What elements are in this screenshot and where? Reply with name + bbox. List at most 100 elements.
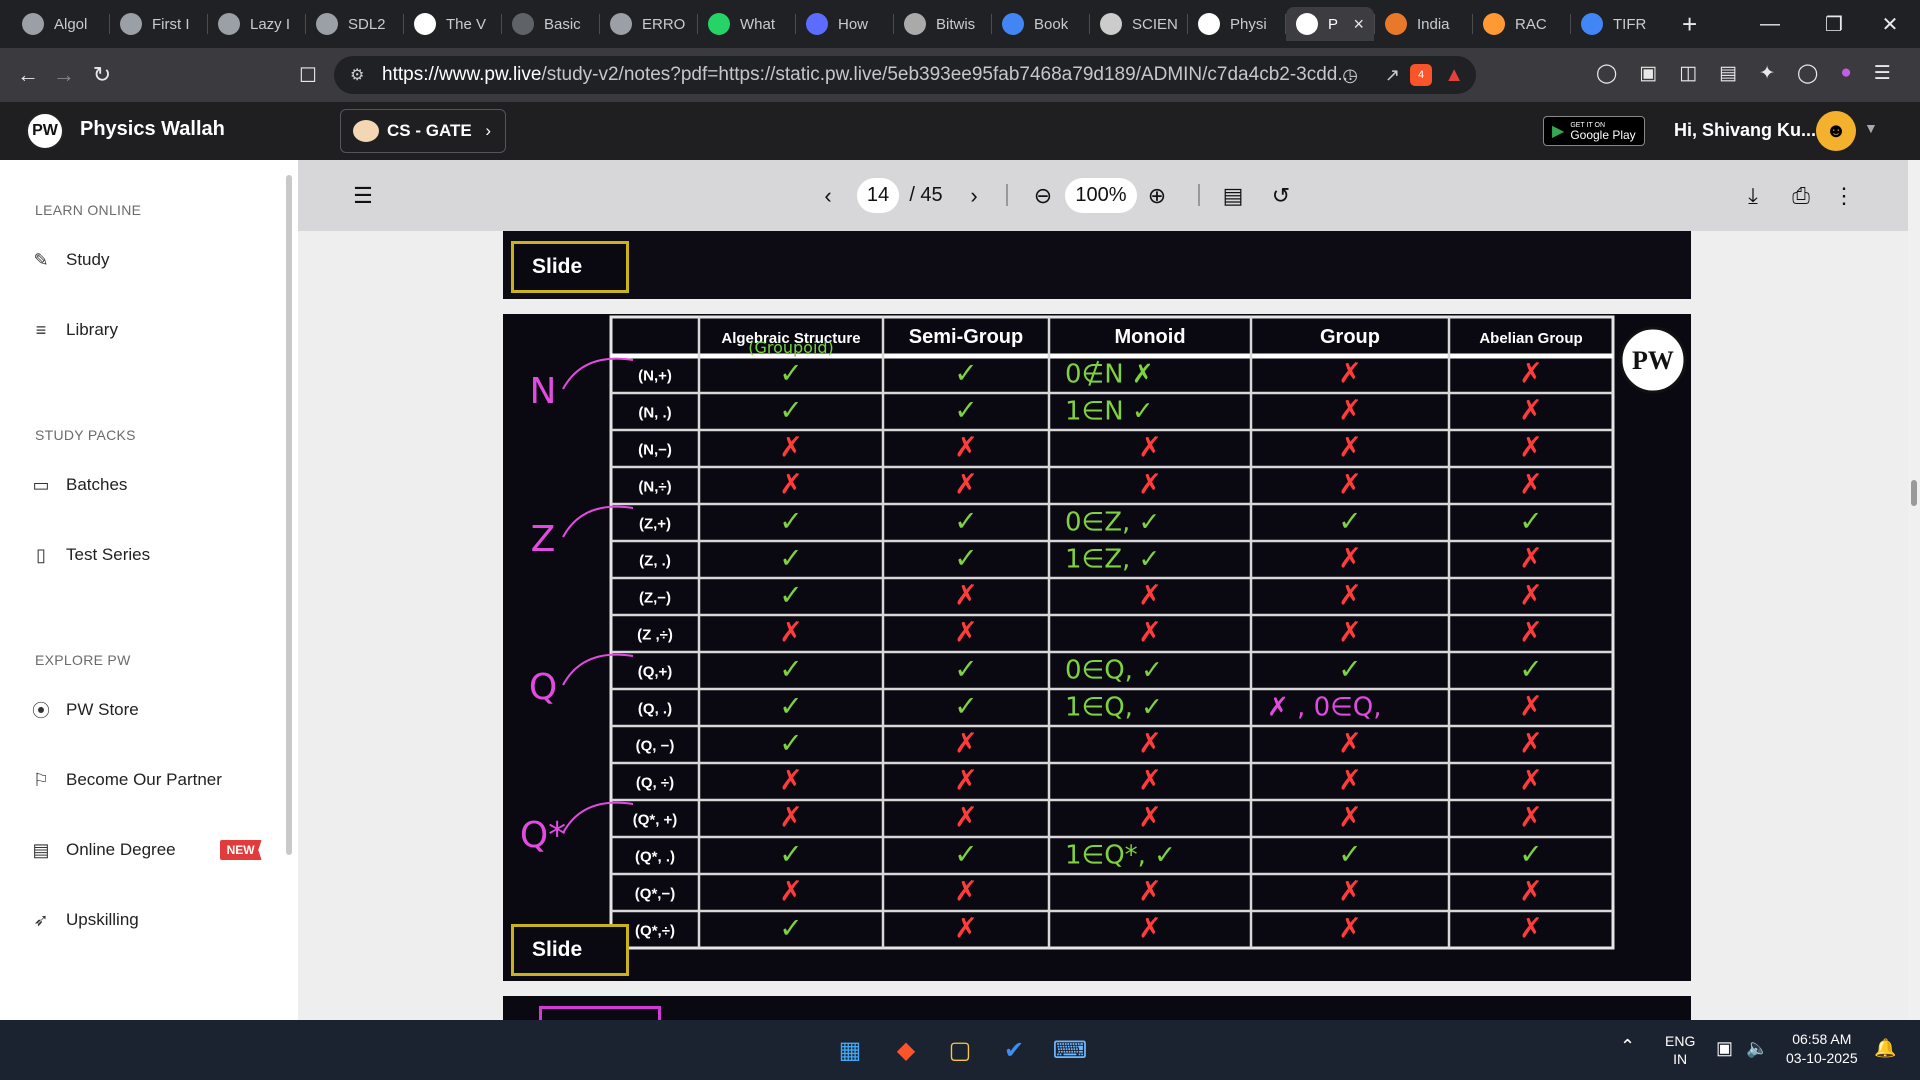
minimize-icon[interactable]: — xyxy=(1742,0,1798,48)
pw-logo[interactable]: PW xyxy=(26,112,64,150)
browser-tab[interactable]: ERRO xyxy=(600,7,697,41)
column-header: Group xyxy=(1320,326,1380,348)
sidebar-item-batches[interactable]: ▭ Batches xyxy=(30,474,127,496)
browser-tab[interactable]: TIFR xyxy=(1571,7,1668,41)
browser-tab[interactable]: RAC xyxy=(1473,7,1570,41)
course-selector-button[interactable]: CS - GATE › xyxy=(340,109,506,153)
vpn-icon[interactable]: ◯ xyxy=(1797,62,1818,85)
sidebar-scrollbar[interactable] xyxy=(286,175,292,855)
volume-icon[interactable]: 🔈 xyxy=(1746,1038,1768,1059)
fit-page-icon[interactable]: ▤ xyxy=(1218,160,1248,231)
page-number-input[interactable]: 14 xyxy=(856,178,900,213)
notifications-icon[interactable]: 🔔 xyxy=(1874,1038,1896,1059)
zoom-level-input[interactable]: 100% xyxy=(1065,178,1137,213)
menu-icon[interactable]: ☰ xyxy=(1874,62,1891,85)
close-window-icon[interactable]: ✕ xyxy=(1862,0,1918,48)
share-icon[interactable]: ↗ xyxy=(1385,65,1400,86)
brave-taskbar-icon[interactable]: ◆ xyxy=(886,1030,926,1070)
browser-tab[interactable]: P × xyxy=(1286,7,1374,41)
cell-mark: ✗ xyxy=(954,801,977,834)
pdf-scrollbar[interactable] xyxy=(1908,160,1920,1020)
row-label: (Z,−) xyxy=(639,590,671,607)
avatar[interactable]: ☻ xyxy=(1816,111,1856,151)
sidebar-item-pw-store[interactable]: ⦿ PW Store xyxy=(30,699,139,721)
cell-mark: ✗ xyxy=(1519,579,1542,612)
extensions-icon[interactable]: ◯ xyxy=(1596,62,1617,85)
bookmark-icon[interactable]: ☐ xyxy=(290,57,326,93)
browser-tab[interactable]: The V xyxy=(404,7,501,41)
print-icon[interactable]: ⎙ xyxy=(1786,160,1816,231)
github-icon xyxy=(610,13,632,35)
address-bar[interactable]: ⚙ https://www.pw.live/study-v2/notes?pdf… xyxy=(334,56,1476,94)
rotate-icon[interactable]: ↺ xyxy=(1266,160,1296,231)
browser-tab[interactable]: Bitwis xyxy=(894,7,991,41)
clock[interactable]: 06:58 AM 03-10-2025 xyxy=(1786,1030,1858,1068)
forward-icon[interactable]: → xyxy=(46,57,82,93)
language-indicator[interactable]: ENG IN xyxy=(1665,1032,1695,1068)
browser-tab[interactable]: India xyxy=(1375,7,1472,41)
next-page-icon[interactable]: › xyxy=(962,160,986,231)
reload-icon[interactable]: ↻ xyxy=(84,57,120,93)
handwritten-set-label: Q* xyxy=(520,815,566,856)
windows-start-icon[interactable]: ▦ xyxy=(830,1030,870,1070)
user-greeting[interactable]: Hi, Shivang Ku... xyxy=(1674,120,1816,141)
sidebar-item-library[interactable]: ≡ Library xyxy=(30,319,118,341)
zoom-in-icon[interactable]: ⊕ xyxy=(1142,160,1172,231)
brand-name[interactable]: Physics Wallah xyxy=(80,118,225,141)
tab-label: ERRO xyxy=(642,15,686,33)
browser-tab[interactable]: First I xyxy=(110,7,207,41)
hamburger-menu-icon[interactable]: ☰ xyxy=(348,160,378,231)
more-options-icon[interactable]: ⋮ xyxy=(1833,160,1855,231)
sidebar-section-title: EXPLORE PW xyxy=(35,652,131,668)
google-icon xyxy=(1581,13,1603,35)
keyboard-app-icon[interactable]: ⌨ xyxy=(1050,1030,1090,1070)
zoom-out-icon[interactable]: ⊖ xyxy=(1028,160,1058,231)
cell-mark: ✗ xyxy=(1338,616,1361,649)
user-menu-caret-icon[interactable]: ▼ xyxy=(1864,120,1878,136)
history-icon[interactable]: ◷ xyxy=(1342,65,1358,86)
browser-tab[interactable]: Book xyxy=(992,7,1089,41)
new-tab-icon[interactable]: + xyxy=(1682,9,1712,40)
sidebar-item-online-degree[interactable]: ▤ Online Degree NEW xyxy=(30,839,262,861)
cell-mark: ✓ xyxy=(954,653,977,686)
sidebar-item-test-series[interactable]: ▯ Test Series xyxy=(30,544,150,566)
brave-rewards-icon[interactable]: ▲ xyxy=(1444,64,1464,87)
cell-mark: ✗ xyxy=(954,468,977,501)
profile-icon[interactable]: ● xyxy=(1840,62,1851,85)
sidebar-toggle-icon[interactable]: ◫ xyxy=(1679,62,1697,85)
browser-tab[interactable]: What xyxy=(698,7,795,41)
browser-tab[interactable]: Lazy I xyxy=(208,7,305,41)
browser-tab[interactable]: Basic xyxy=(502,7,599,41)
browser-tab[interactable]: SCIEN xyxy=(1090,7,1187,41)
tray-chevron-icon[interactable]: ⌃ xyxy=(1620,1036,1635,1057)
close-tab-icon[interactable]: × xyxy=(1353,14,1364,35)
google-play-badge[interactable]: ▶ GET IT ON Google Play xyxy=(1543,116,1645,146)
file-explorer-icon[interactable]: ▢ xyxy=(940,1030,980,1070)
url-host: https://www.pw.live xyxy=(382,64,542,85)
browser-tab[interactable]: Physi xyxy=(1188,7,1285,41)
network-icon[interactable]: ▣ xyxy=(1716,1038,1733,1059)
browser-tab[interactable]: SDL2 xyxy=(306,7,403,41)
restore-icon[interactable]: ❐ xyxy=(1806,0,1862,48)
brave-shield-icon[interactable]: 4 xyxy=(1410,64,1432,86)
site-info-icon[interactable]: ⚙ xyxy=(350,65,364,85)
sidebar-item-study[interactable]: ✎ Study xyxy=(30,249,109,271)
lang-primary: ENG xyxy=(1665,1033,1696,1049)
browser-tab[interactable]: Algol xyxy=(12,7,109,41)
cell-mark: ✓ xyxy=(954,505,977,538)
wallet-icon[interactable]: ▤ xyxy=(1719,62,1737,85)
cell-mark: ✗ xyxy=(1519,542,1542,575)
prev-page-icon[interactable]: ‹ xyxy=(816,160,840,231)
bookmark-icon xyxy=(806,13,828,35)
back-icon[interactable]: ← xyxy=(10,57,46,93)
cell-mark: ✗ xyxy=(954,579,977,612)
pdf-scrollbar-thumb[interactable] xyxy=(1911,480,1917,506)
sidebar-item-become-our-partner[interactable]: ⚐ Become Our Partner xyxy=(30,769,222,791)
browser-tab[interactable]: How xyxy=(796,7,893,41)
download-icon[interactable]: ⤓ xyxy=(1738,160,1768,231)
reader-mode-icon[interactable]: ▣ xyxy=(1639,62,1657,85)
leo-ai-icon[interactable]: ✦ xyxy=(1759,62,1775,85)
cell-mark: ✓ xyxy=(779,542,802,575)
todo-icon[interactable]: ✔ xyxy=(994,1030,1034,1070)
sidebar-item-upskilling[interactable]: ➶ Upskilling xyxy=(30,909,138,931)
